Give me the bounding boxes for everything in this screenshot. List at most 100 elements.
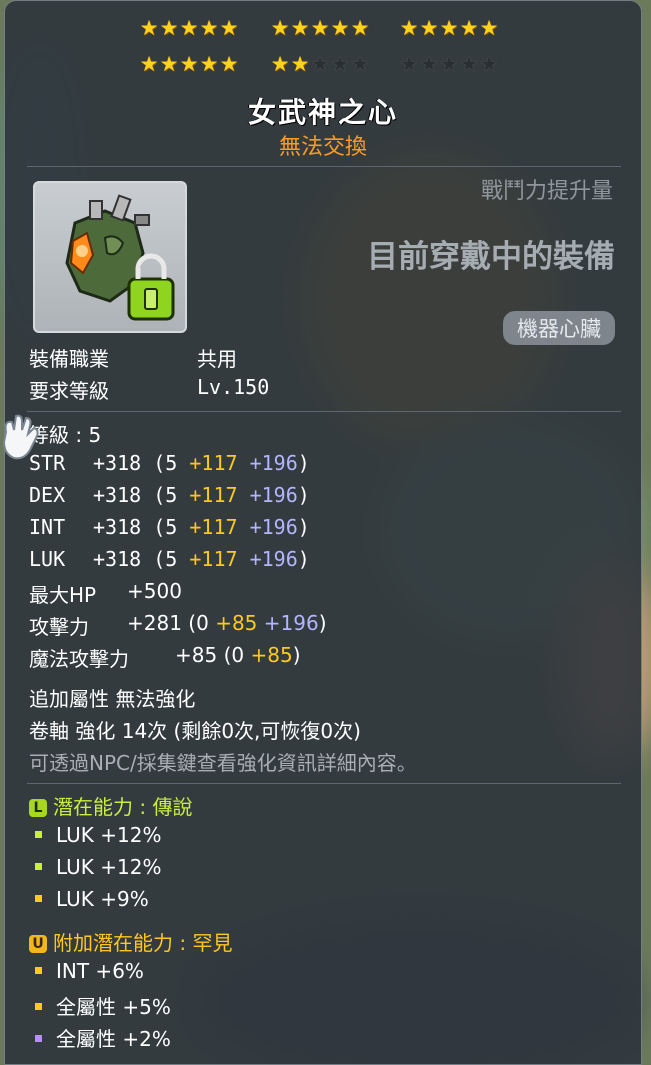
potential-line: LUK +12% — [29, 823, 161, 847]
star-empty-icon: ★ — [459, 52, 479, 76]
stat-flame-bonus: +117 — [189, 451, 238, 475]
stat-base: (0 — [223, 643, 245, 667]
bullet-icon — [35, 895, 42, 902]
stat-close: ) — [292, 643, 301, 667]
stat-total: +281 — [127, 611, 182, 635]
stat-total: +318 — [93, 547, 142, 571]
enhance-hint: 可透過NPC/採集鍵查看強化資訊詳細內容。 — [29, 751, 417, 775]
stat-row-dex: DEX +318 (5 +117 +196) — [29, 483, 310, 507]
stat-base: (5 — [153, 547, 178, 571]
star-group: ★ ★ ★ ★ ★ — [139, 17, 239, 43]
star-filled-icon: ★ — [439, 16, 459, 40]
stat-name: 魔法攻擊力 — [29, 647, 129, 671]
stat-name: 攻擊力 — [29, 615, 89, 639]
star-filled-icon: ★ — [179, 16, 199, 40]
combat-power-label: 戰鬥力提升量 — [480, 179, 613, 204]
stat-enhance-bonus: +196 — [249, 451, 298, 475]
starforce-row-2: ★ ★ ★ ★ ★ ★ ★ ★ ★ ★ ★ ★ ★ ★ ★ — [5, 53, 641, 79]
stat-enhance-bonus: +196 — [249, 515, 298, 539]
potential-line: LUK +12% — [29, 855, 161, 879]
potential-line: 全屬性 +2% — [29, 1023, 171, 1052]
stat-flame-bonus: +85 — [215, 611, 258, 635]
star-filled-icon: ★ — [199, 52, 219, 76]
potential-text: INT +6% — [56, 959, 144, 983]
star-empty-icon: ★ — [419, 52, 439, 76]
stat-close: ) — [297, 515, 310, 539]
star-filled-icon: ★ — [479, 16, 499, 40]
star-filled-icon: ★ — [219, 16, 239, 40]
star-filled-icon: ★ — [270, 52, 290, 76]
item-name: 女武神之心 — [247, 96, 398, 129]
potential-header: L 潛在能力 : 傳說 — [29, 791, 192, 820]
stat-total: +500 — [127, 579, 182, 603]
potential-text: LUK +12% — [56, 823, 162, 847]
star-group: ★ ★ ★ ★ ★ — [399, 53, 499, 79]
starforce-row-1: ★ ★ ★ ★ ★ ★ ★ ★ ★ ★ ★ ★ ★ ★ ★ — [5, 17, 641, 43]
stat-row-maxhp: 最大HP +500 — [29, 579, 182, 608]
stat-row-luk: LUK +318 (5 +117 +196) — [29, 547, 310, 571]
bullet-icon — [35, 863, 42, 870]
scroll-upgrade-line: 卷軸 強化 14次 (剩餘0次,可恢復0次) — [29, 719, 361, 743]
potential-text: LUK +9% — [56, 887, 149, 911]
potential-text: 全屬性 +5% — [56, 995, 171, 1019]
potential-line: LUK +9% — [29, 887, 149, 911]
star-filled-icon: ★ — [399, 16, 419, 40]
stat-total: +318 — [93, 483, 142, 507]
potential-text: LUK +12% — [56, 855, 162, 879]
item-tooltip: ★ ★ ★ ★ ★ ★ ★ ★ ★ ★ ★ ★ ★ ★ ★ ★ ★ ★ ★ ★ ★ ★ ★ ★ ★ ★ ★ ★ ★ ★ 女武神之… — [4, 0, 642, 1065]
currently-equipped-label: 目前穿戴中的裝備 — [367, 239, 615, 275]
star-group: ★ ★ ★ ★ ★ — [139, 53, 239, 79]
stat-base: (5 — [153, 451, 178, 475]
req-level-value: Lv.150 — [197, 375, 270, 399]
potential-text: 全屬性 +2% — [56, 1027, 171, 1051]
potential-title: 潛在能力 : 傳說 — [53, 795, 193, 819]
star-filled-icon: ★ — [219, 52, 239, 76]
star-filled-icon: ★ — [290, 16, 310, 40]
req-level-label: 要求等級 — [29, 379, 109, 403]
stat-row-attack: 攻擊力 +281 (0 +85 +196) — [29, 611, 327, 640]
star-filled-icon: ★ — [139, 52, 159, 76]
legendary-badge-icon: L — [29, 799, 47, 817]
star-filled-icon: ★ — [330, 16, 350, 40]
stat-flame-bonus: +117 — [189, 515, 238, 539]
unique-badge-icon: U — [29, 935, 47, 953]
star-group: ★ ★ ★ ★ ★ — [270, 53, 370, 79]
star-empty-icon: ★ — [310, 52, 330, 76]
stat-close: ) — [297, 483, 310, 507]
star-filled-icon: ★ — [419, 16, 439, 40]
stat-base: (5 — [153, 515, 178, 539]
additional-potential-title: 附加潛在能力 : 罕見 — [53, 931, 233, 955]
star-empty-icon: ★ — [330, 52, 350, 76]
divider — [27, 411, 621, 412]
job-label: 裝備職業 — [29, 347, 109, 371]
stat-enhance-bonus: +196 — [249, 483, 298, 507]
star-filled-icon: ★ — [179, 52, 199, 76]
trade-status: 無法交換 — [278, 135, 367, 160]
glove-cursor-icon — [2, 414, 39, 460]
stat-base: (0 — [188, 611, 209, 635]
star-empty-icon: ★ — [350, 52, 370, 76]
stat-close: ) — [297, 547, 310, 571]
bullet-icon — [35, 1035, 42, 1042]
additional-potential-header: U 附加潛在能力 : 罕見 — [29, 927, 232, 956]
star-filled-icon: ★ — [310, 16, 330, 40]
stat-name: INT — [29, 515, 66, 539]
bullet-icon — [35, 1003, 42, 1010]
stat-close: ) — [297, 451, 310, 475]
stat-enhance-bonus: +196 — [249, 547, 298, 571]
star-empty-icon: ★ — [399, 52, 419, 76]
stat-name: LUK — [29, 547, 66, 571]
potential-line: 全屬性 +5% — [29, 991, 171, 1020]
star-filled-icon: ★ — [199, 16, 219, 40]
bullet-icon — [35, 967, 42, 974]
stat-close: ) — [318, 611, 327, 635]
item-icon-frame — [33, 181, 187, 333]
star-filled-icon: ★ — [459, 16, 479, 40]
mechanical-heart-icon — [65, 194, 175, 321]
stat-flame-bonus: +85 — [250, 643, 293, 667]
star-filled-icon: ★ — [159, 16, 179, 40]
star-filled-icon: ★ — [290, 52, 310, 76]
stat-total: +85 — [175, 643, 218, 667]
stat-base: (5 — [153, 483, 178, 507]
stat-total: +318 — [93, 515, 142, 539]
